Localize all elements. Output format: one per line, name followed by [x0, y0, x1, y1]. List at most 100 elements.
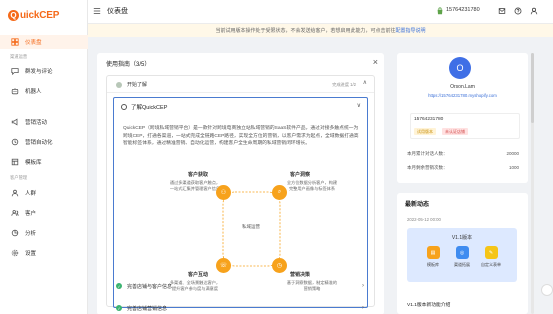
banner-text: 当前试用版本操作处于受限状态，不会发送给客户，若想启用此能力，可点击前往 — [215, 28, 396, 34]
chevron-up-icon[interactable]: ∧ — [363, 79, 367, 86]
block-title: 客户洞察 — [290, 172, 311, 178]
sidebar-item-dashboard[interactable]: 仪表盘 — [0, 35, 88, 49]
sidebar-item-automation[interactable]: 营销自动化 — [0, 135, 88, 149]
close-icon[interactable]: × — [373, 57, 378, 67]
news-footer[interactable]: V1.1版本新功能介绍 — [407, 301, 450, 308]
sidebar-item-customers[interactable]: 客户 — [0, 206, 88, 220]
robot-icon — [10, 87, 19, 96]
avatar: O — [449, 57, 471, 79]
acquire-icon: ⚇ — [216, 185, 231, 200]
sidebar-item-label: 营销活动 — [25, 120, 48, 126]
stat-label: 本月剩余营销次数： — [407, 165, 448, 170]
nav-group-label: 渠道运营 — [10, 54, 28, 59]
sidebar-item-templates[interactable]: 模板库 — [0, 155, 88, 169]
sidebar-item-label: 客户 — [25, 211, 37, 217]
sidebar-item-label: 设置 — [25, 251, 37, 257]
form-icon: ✎ — [484, 246, 498, 259]
stat-value: 20000 — [506, 151, 519, 156]
topic-description: QuickCEP（跨境私域营销平台）是一款针对跨境电商独立站私域营销的SaaS软… — [123, 126, 359, 146]
block-text: 全方位数据分析客户，构建完整用户画像与标签体系 — [286, 180, 338, 191]
sidebar-item-analysis[interactable]: 分析 — [0, 226, 88, 240]
campaign-icon — [10, 118, 19, 127]
automation-icon — [10, 138, 19, 147]
topic-title: 了解QuickCEP — [131, 105, 168, 111]
feature-label: 自定义表单 — [481, 262, 501, 267]
store-phone[interactable]: 15764231780 — [446, 7, 480, 13]
scrollbar[interactable] — [531, 53, 534, 314]
feature-templates[interactable]: ▤ 模板库 — [423, 246, 443, 268]
release-version: V1.1版本 — [451, 235, 473, 241]
settings-icon — [10, 249, 19, 258]
message-icon — [10, 67, 19, 76]
block-title: 客户互动 — [188, 272, 209, 278]
sidebar-item-campaign[interactable]: 营销活动 — [0, 115, 88, 129]
sidebar-item-label: 营销自动化 — [25, 140, 53, 146]
sidebar-item-robot[interactable]: 机器人 — [0, 84, 88, 98]
scrollbar-thumb[interactable] — [531, 53, 534, 123]
user-icon[interactable] — [530, 7, 538, 15]
guide-row-marketing-info[interactable]: ✓ 完善店铺营销信息 › — [106, 301, 375, 314]
feature-label: 渠道拓展 — [454, 262, 470, 267]
guide-row-label: 完善店铺营销信息 — [127, 305, 168, 312]
guide-row-store-info[interactable]: ✓ 完善店铺与客户信息 › — [106, 279, 375, 293]
release-card[interactable]: V1.1版本 ▤ 模板库 ◎ 渠道拓展 ✎ 自定义表单 — [407, 228, 517, 282]
chevron-down-icon[interactable]: ∨ — [357, 102, 361, 109]
usage-guide-card: 使用指南（3/5） × 开始了解 完成进度 1/2 ∧ 了解QuickCEP ∨… — [97, 53, 384, 314]
stat-marketing-remaining: 本月剩余营销次数： 1000 — [407, 165, 519, 171]
status-badge: 试用版本 — [414, 128, 436, 135]
guide-step-panel: 开始了解 完成进度 1/2 ∧ 了解QuickCEP ∨ QuickCEP（跨境… — [106, 75, 375, 308]
interact-icon: ☏ — [216, 258, 231, 273]
chevron-right-icon[interactable]: › — [362, 283, 364, 289]
diagram-center-label: 私域运营 — [242, 224, 260, 229]
guide-row-label: 完善店铺与客户信息 — [127, 283, 173, 290]
stat-value: 1000 — [508, 165, 519, 170]
block-title: 营销决策 — [290, 272, 311, 278]
feature-label: 模板库 — [427, 262, 439, 267]
check-circle-icon: ✓ — [116, 305, 122, 311]
step-status-icon — [116, 81, 122, 88]
store-profile-card: O Orson.Lam https://15764231780.myshopif… — [397, 53, 528, 183]
sidebar-item-settings[interactable]: 设置 — [0, 246, 88, 260]
block-title: 客户获取 — [188, 172, 209, 178]
guide-title: 使用指南（3/5） — [106, 62, 151, 68]
store-phone: 15764231780 — [414, 117, 444, 122]
top-header: 仪表盘 15764231780 — [88, 0, 553, 24]
step-label: 开始了解 — [127, 82, 148, 88]
chevron-right-icon[interactable]: › — [362, 305, 364, 311]
people-icon — [10, 189, 19, 198]
store-phone-box: 15764231780 试用版本 未认证店铺 — [410, 113, 520, 139]
channel-icon: ◎ — [455, 246, 469, 259]
sidebar-item-label: 群发与评论 — [25, 69, 53, 75]
notification-icon[interactable] — [498, 7, 506, 15]
page-title: 仪表盘 — [107, 8, 128, 15]
banner-link[interactable]: 配置指导说明 — [396, 27, 426, 34]
customer-icon — [10, 209, 19, 218]
sidebar-item-label: 模板库 — [25, 160, 42, 166]
menu-toggle-icon[interactable] — [93, 7, 101, 15]
support-button[interactable] — [541, 284, 553, 296]
sidebar-item-label: 机器人 — [25, 89, 42, 95]
help-icon[interactable] — [514, 7, 522, 15]
sidebar-item-audience[interactable]: 人群 — [0, 186, 88, 200]
nav-group-label: 客户管理 — [10, 175, 28, 180]
feature-channels[interactable]: ◎ 渠道拓展 — [452, 246, 472, 268]
feature-forms[interactable]: ✎ 自定义表单 — [481, 246, 501, 268]
logo-text: uickCEP — [20, 9, 60, 21]
logo[interactable]: Q uickCEP — [8, 8, 59, 22]
status-badge: 未认证店铺 — [442, 128, 468, 135]
radio-icon — [121, 104, 127, 110]
dashboard-icon — [10, 38, 19, 47]
step-header[interactable]: 开始了解 完成进度 1/2 ∧ — [107, 76, 374, 93]
sidebar-item-label: 分析 — [25, 231, 37, 237]
sidebar-item-label: 人群 — [25, 191, 37, 197]
latest-news-card: 最新动态 2022-05-12 00:00 V1.1版本 ▤ 模板库 ◎ 渠道拓… — [397, 193, 528, 314]
news-date: 2022-05-12 00:00 — [407, 217, 441, 222]
template-icon: ▤ — [426, 246, 440, 259]
shopify-bag-icon — [437, 7, 443, 15]
store-owner-name: Orson.Lam — [450, 84, 475, 90]
sidebar-item-broadcast[interactable]: 群发与评论 — [0, 64, 88, 78]
template-icon — [10, 158, 19, 167]
trial-banner: 当前试用版本操作处于受限状态，不会发送给客户，若想启用此能力，可点击前往 配置指… — [88, 24, 553, 37]
store-link[interactable]: https://15764231780.myshopify.com — [397, 93, 528, 98]
step-progress: 完成进度 1/2 — [332, 81, 356, 87]
